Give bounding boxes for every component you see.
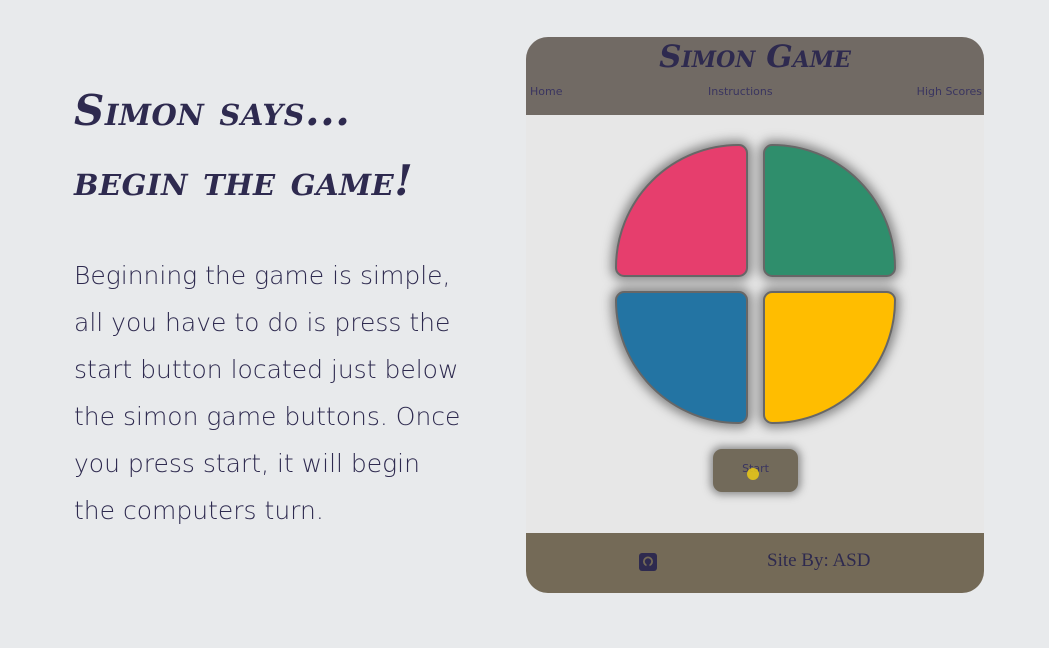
green-pad-button[interactable] (763, 144, 896, 277)
heading-line-2: begin the game! (74, 156, 414, 205)
nav-home-link[interactable]: Home (530, 85, 562, 98)
app-footer: Site By: ASD (526, 533, 984, 593)
game-preview: Simon Game Home Instructions High Scores… (526, 37, 984, 593)
app-header: Simon Game Home Instructions High Scores (526, 37, 984, 115)
info-heading: Simon says... begin the game! (74, 76, 474, 216)
github-icon[interactable] (639, 553, 657, 571)
red-pad-button[interactable] (615, 144, 748, 277)
cursor-highlight (747, 468, 759, 480)
nav-instructions-link[interactable]: Instructions (708, 85, 773, 98)
heading-line-1: Simon says... (74, 86, 351, 135)
yellow-pad-button[interactable] (763, 291, 896, 424)
info-section: Simon says... begin the game! Beginning … (74, 76, 474, 534)
nav-high-scores-link[interactable]: High Scores (917, 85, 982, 98)
info-description: Beginning the game is simple, all you ha… (74, 261, 461, 525)
blue-pad-button[interactable] (615, 291, 748, 424)
site-credit: Site By: ASD (767, 550, 871, 571)
game-board: Start (526, 115, 984, 533)
game-title: Simon Game (659, 39, 851, 75)
start-button[interactable]: Start (713, 449, 798, 492)
